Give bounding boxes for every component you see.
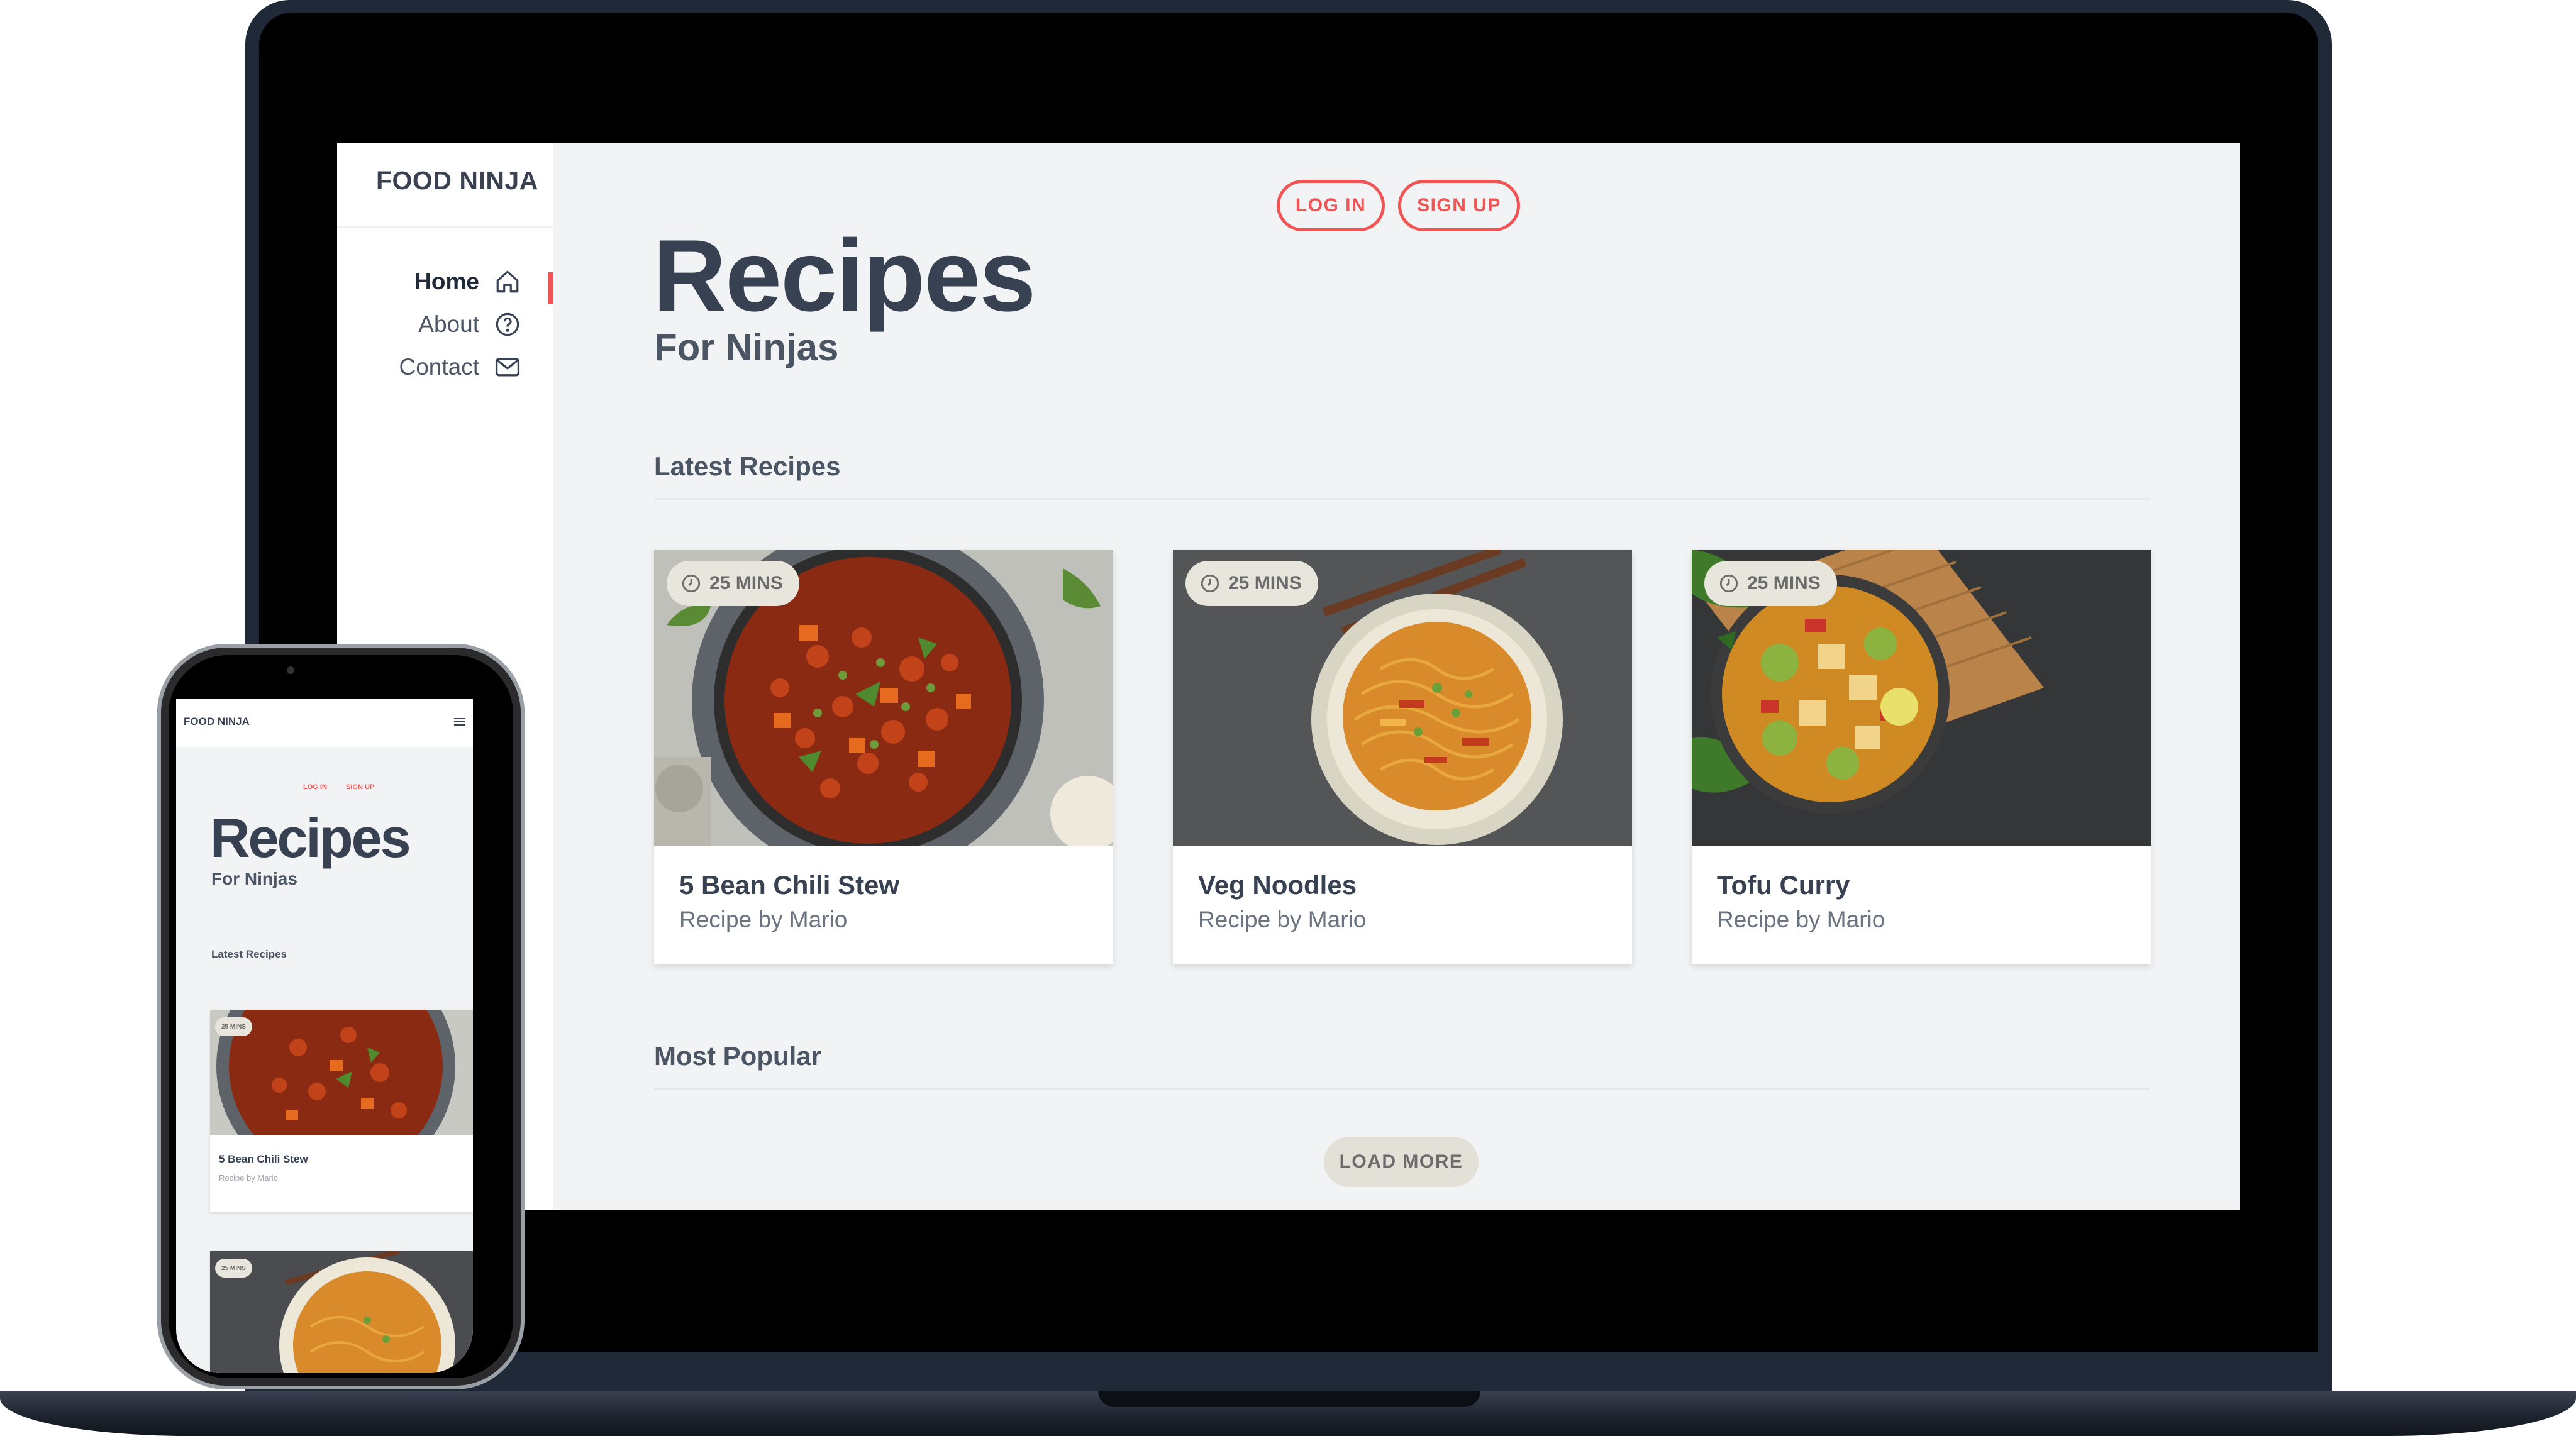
section-divider: [654, 1088, 2150, 1090]
section-title-latest: Latest Recipes: [654, 451, 841, 481]
recipe-card[interactable]: 25 MINS 5 Bean Chili Stew Recipe by Mari…: [654, 550, 1113, 964]
clock-icon: [682, 574, 701, 593]
recipe-title: 5 Bean Chili Stew: [679, 870, 900, 900]
laptop-chin: [259, 1352, 2318, 1392]
clock-icon: [1201, 574, 1219, 593]
recipe-card[interactable]: 25 MINS Veg Noodles Recipe by Mario: [1173, 550, 1632, 964]
hamburger-menu-icon[interactable]: [454, 717, 465, 729]
mobile-recipe-title: 5 Bean Chili Stew: [219, 1153, 308, 1165]
main-content: LOG IN SIGN UP Recipes For Ninjas Latest…: [553, 143, 2240, 1210]
recipe-author: Recipe by Mario: [679, 907, 848, 932]
mail-icon: [493, 353, 522, 382]
home-icon: [493, 267, 522, 296]
mobile-topbar: FOOD NINJA: [176, 699, 473, 747]
mobile-login-link[interactable]: LOG IN: [303, 783, 327, 791]
brand-logo[interactable]: FOOD NINJA: [376, 166, 540, 196]
mobile-signup-link[interactable]: SIGN UP: [346, 783, 374, 791]
nav-label-home: Home: [414, 268, 479, 294]
recipe-title: Veg Noodles: [1198, 870, 1357, 900]
nav-label-contact: Contact: [399, 354, 479, 380]
mobile-time-badge: 25 MINS: [215, 1017, 252, 1036]
mobile-screen: FOOD NINJA LOG IN SIGN UP Recipes For Ni…: [176, 699, 473, 1373]
mobile-recipe-author: Recipe by Mario: [219, 1173, 278, 1183]
laptop-notch: [1098, 1391, 1480, 1407]
nav-label-about: About: [418, 311, 479, 337]
time-badge: 25 MINS: [667, 561, 799, 606]
mobile-page-title: Recipes: [210, 807, 411, 869]
page-title: Recipes: [653, 219, 1036, 333]
time-badge-label: 25 MINS: [1747, 573, 1821, 594]
mobile-recipe-card[interactable]: 25 MINS: [210, 1251, 473, 1373]
nav-item-home[interactable]: Home: [414, 263, 522, 301]
load-more-button[interactable]: LOAD MORE: [1324, 1137, 1479, 1187]
section-divider: [654, 498, 2150, 500]
sidebar-divider: [337, 226, 553, 228]
question-circle-icon: [493, 310, 522, 339]
time-badge-label: 25 MINS: [1228, 573, 1302, 594]
recipe-author: Recipe by Mario: [1717, 907, 1885, 932]
time-badge: 25 MINS: [1185, 561, 1318, 606]
mobile-page-subtitle: For Ninjas: [211, 869, 297, 888]
signup-button[interactable]: SIGN UP: [1398, 180, 1520, 231]
nav-active-indicator: [548, 272, 553, 304]
phone-camera: [287, 666, 294, 674]
time-badge-label: 25 MINS: [709, 573, 783, 594]
clock-icon: [1719, 574, 1738, 593]
mobile-recipe-card[interactable]: 25 MINS 5 Bean Chili Stew Recipe by Mari…: [210, 1010, 473, 1212]
mobile-time-badge: 25 MINS: [215, 1259, 252, 1278]
nav-item-contact[interactable]: Contact: [399, 348, 522, 386]
page-subtitle: For Ninjas: [654, 326, 839, 368]
section-title-popular: Most Popular: [654, 1041, 822, 1071]
recipe-card[interactable]: 25 MINS Tofu Curry Recipe by Mario: [1692, 550, 2151, 964]
nav-item-about[interactable]: About: [418, 306, 522, 343]
recipe-title: Tofu Curry: [1717, 870, 1850, 900]
mobile-brand-logo[interactable]: FOOD NINJA: [184, 715, 250, 728]
recipe-author: Recipe by Mario: [1198, 907, 1367, 932]
login-button[interactable]: LOG IN: [1277, 180, 1385, 231]
time-badge: 25 MINS: [1704, 561, 1837, 606]
desktop-screen: FOOD NINJA Home About Contact LOG IN SIG…: [337, 143, 2240, 1210]
mobile-section-title: Latest Recipes: [211, 948, 287, 960]
